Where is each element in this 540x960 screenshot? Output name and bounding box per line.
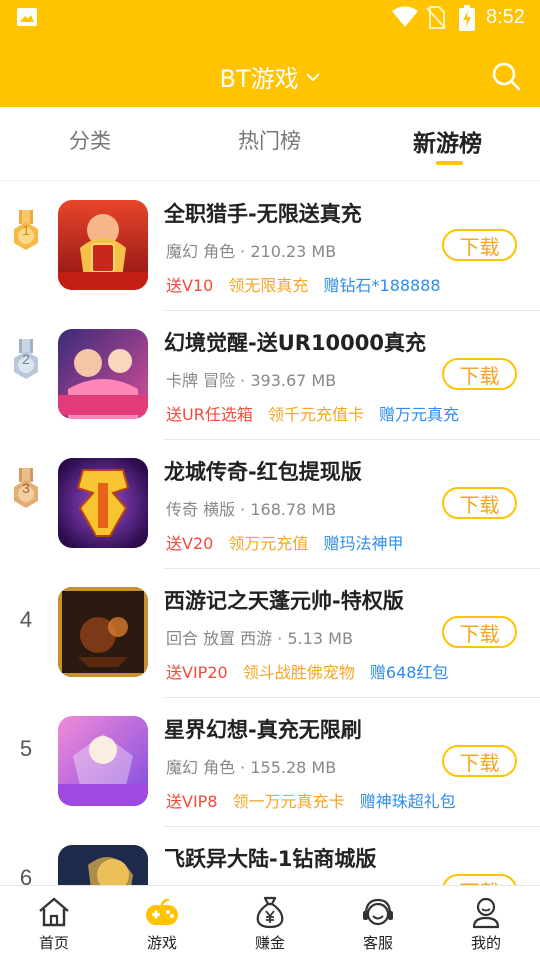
download-button[interactable]: 下载: [442, 358, 517, 390]
download-button[interactable]: 下载: [442, 229, 517, 261]
tag-reward: 赠钻石*188888: [323, 276, 441, 295]
game-thumbnail[interactable]: [58, 329, 148, 419]
game-meta: 魔幻 角色 · 210.23 MB: [166, 242, 337, 261]
nav-earn[interactable]: 赚金: [216, 886, 324, 960]
no-sim-icon: [426, 6, 446, 29]
title-dropdown[interactable]: BT游戏: [0, 56, 540, 96]
list-item[interactable]: 4 西游记之天蓬元帅-特权版 回合 放置 西游 · 5.13 MB 送VIP20…: [0, 569, 540, 698]
nav-label: 赚金: [254, 934, 285, 952]
tag-gift: 领一万元真充卡: [232, 792, 345, 811]
game-thumbnail[interactable]: [58, 200, 148, 290]
wifi-icon: [392, 6, 418, 27]
rank-number: 5: [19, 736, 33, 761]
game-thumbnail[interactable]: [58, 716, 148, 806]
tag-bonus: 送V10: [166, 276, 214, 295]
list-item[interactable]: 6 飞跃异大陆-1钻商城版 下载: [0, 827, 540, 885]
list-item[interactable]: 1 全职猎手-无限送真充 魔幻 角色 · 210.23 MB 送V10 领无限真…: [0, 182, 540, 311]
category-tabs: 分类 热门榜 新游榜: [0, 107, 540, 181]
game-title: 全职猎手-无限送真充: [164, 202, 362, 226]
game-title: 幻境觉醒-送UR10000真充: [164, 331, 426, 355]
rank-number: 6: [19, 865, 33, 885]
chevron-down-icon: [305, 73, 320, 82]
list-item[interactable]: 5 星界幻想-真充无限刷 魔幻 角色 · 155.28 MB 送VIP8 领一万…: [0, 698, 540, 827]
nav-label: 游戏: [146, 934, 177, 952]
gamepad-icon: [146, 898, 178, 925]
list-item[interactable]: 3 龙城传奇-红包提现版 传奇 横版 · 168.78 MB 送V20 领万元充…: [0, 440, 540, 569]
game-meta: 魔幻 角色 · 155.28 MB: [166, 758, 337, 777]
tab-hot-ranking[interactable]: 热门榜: [238, 125, 301, 155]
nav-profile[interactable]: 我的: [432, 886, 540, 960]
game-meta: 传奇 横版 · 168.78 MB: [166, 500, 337, 519]
game-thumbnail[interactable]: [58, 587, 148, 677]
tag-reward: 赠玛法神甲: [323, 534, 404, 553]
nav-label: 我的: [470, 934, 501, 952]
list-item[interactable]: 2 幻境觉醒-送UR10000真充 卡牌 冒险 · 393.67 MB 送UR任…: [0, 311, 540, 440]
tag-gift: 领万元充值: [228, 534, 309, 553]
rank-number: 1: [22, 222, 30, 238]
nav-support[interactable]: 客服: [324, 886, 432, 960]
app-header: 8:52 BT游戏: [0, 0, 540, 107]
active-tab-indicator: [436, 161, 463, 165]
tag-gift: 领无限真充: [228, 276, 309, 295]
game-thumbnail[interactable]: [58, 845, 148, 885]
headset-icon: [363, 898, 393, 926]
game-title: 飞跃异大陆-1钻商城版: [164, 847, 377, 871]
game-tags: 送VIP20 领斗战胜佛宠物 赠648红包: [166, 659, 458, 683]
download-button[interactable]: 下载: [442, 874, 517, 885]
tag-bonus: 送VIP20: [166, 663, 228, 682]
money-bag-icon: [256, 896, 284, 929]
search-icon[interactable]: [491, 61, 521, 91]
game-thumbnail[interactable]: [58, 458, 148, 548]
tag-reward: 赠万元真充: [379, 405, 460, 424]
rank-number: 3: [22, 480, 30, 496]
download-button[interactable]: 下载: [442, 745, 517, 777]
game-list[interactable]: 1 全职猎手-无限送真充 魔幻 角色 · 210.23 MB 送V10 领无限真…: [0, 182, 540, 885]
nav-label: 客服: [362, 934, 393, 952]
game-tags: 送V20 领万元充值 赠玛法神甲: [166, 530, 414, 554]
clock: 8:52: [486, 6, 525, 28]
game-title: 西游记之天蓬元帅-特权版: [164, 589, 404, 613]
game-meta: 回合 放置 西游 · 5.13 MB: [166, 629, 353, 648]
tag-bonus: 送VIP8: [166, 792, 218, 811]
download-button[interactable]: 下载: [442, 616, 517, 648]
tag-reward: 赠神珠超礼包: [359, 792, 456, 811]
tag-gift: 领千元充值卡: [267, 405, 364, 424]
game-tags: 送V10 领无限真充 赠钻石*188888: [166, 272, 451, 296]
tag-bonus: 送V20: [166, 534, 214, 553]
game-title: 星界幻想-真充无限刷: [164, 718, 362, 742]
home-icon: [39, 897, 69, 927]
tag-gift: 领斗战胜佛宠物: [242, 663, 355, 682]
rank-number: 2: [22, 351, 30, 367]
game-meta: 卡牌 冒险 · 393.67 MB: [166, 371, 337, 390]
tag-bonus: 送UR任选箱: [166, 405, 253, 424]
download-button[interactable]: 下载: [442, 487, 517, 519]
bottom-navigation: 首页 游戏 赚金 客服 我的: [0, 885, 540, 960]
user-icon: [472, 897, 500, 929]
tab-new-ranking[interactable]: 新游榜: [413, 124, 482, 158]
image-notification-icon: [17, 8, 37, 26]
game-title: 龙城传奇-红包提现版: [164, 460, 362, 484]
nav-home[interactable]: 首页: [0, 886, 108, 960]
battery-charging-icon: [459, 5, 475, 31]
game-tags: 送UR任选箱 领千元充值卡 赠万元真充: [166, 401, 469, 425]
rank-number: 4: [19, 607, 33, 632]
nav-label: 首页: [38, 934, 69, 952]
tab-category[interactable]: 分类: [69, 125, 111, 155]
tag-reward: 赠648红包: [369, 663, 449, 682]
page-title: BT游戏: [219, 64, 299, 93]
game-tags: 送VIP8 领一万元真充卡 赠神珠超礼包: [166, 788, 466, 812]
status-bar: 8:52: [0, 0, 540, 36]
nav-games[interactable]: 游戏: [108, 886, 216, 960]
